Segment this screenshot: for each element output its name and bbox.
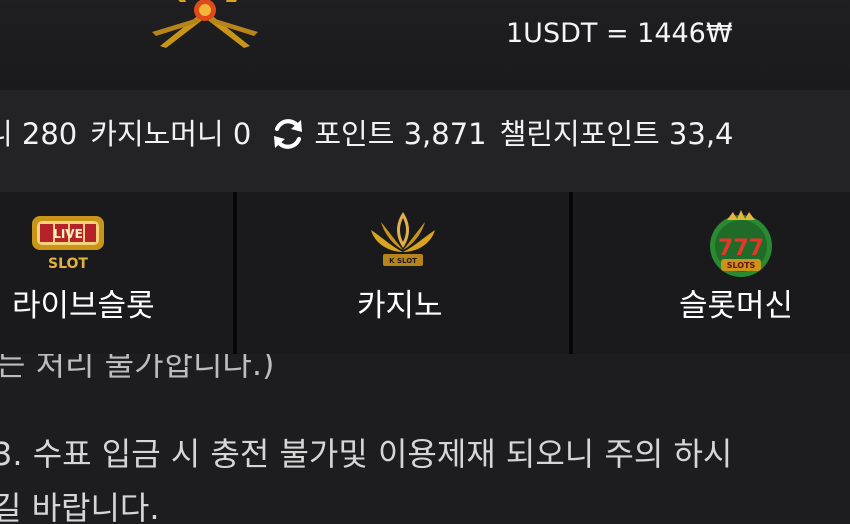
balance-ticker: 니 280 카지노머니 0 포인트 3,871 챌린지포인트 33,4 bbox=[0, 112, 747, 156]
slot-machine-icon-text-top: 777 bbox=[718, 236, 764, 261]
tab-casino[interactable]: K SLOT 카지노 bbox=[237, 192, 570, 354]
live-slot-icon-text-top: LIVE bbox=[53, 227, 83, 241]
live-slot-icon: LIVE SLOT bbox=[32, 216, 104, 272]
slot-machine-icon: 777 SLOTS bbox=[710, 210, 772, 277]
tab-slot-machine-label: 슬롯머신 bbox=[679, 288, 794, 324]
tab-divider bbox=[233, 192, 237, 354]
challenge-points-balance: 챌린지포인트 33,4 bbox=[499, 117, 734, 151]
tab-divider bbox=[569, 192, 573, 354]
slot-machine-icon-text-bottom: SLOTS bbox=[727, 261, 756, 270]
casino-icon: K SLOT bbox=[371, 212, 435, 266]
casino-money-balance: 카지노머니 0 bbox=[90, 117, 252, 151]
live-slot-icon-text-bottom: SLOT bbox=[48, 256, 88, 272]
exchange-rate: 1USDT = 1446₩ bbox=[506, 18, 733, 49]
refresh-icon[interactable] bbox=[270, 116, 306, 152]
site-logo[interactable] bbox=[150, 0, 260, 50]
tab-slot-machine[interactable]: 777 SLOTS 슬롯머신 bbox=[573, 192, 850, 354]
notice-line-3b: 길 바랍니다. bbox=[0, 489, 160, 524]
casino-icon-text: K SLOT bbox=[389, 257, 417, 265]
balance-bar: 니 280 카지노머니 0 포인트 3,871 챌린지포인트 33,4 bbox=[0, 90, 850, 192]
category-tabs: LIVE SLOT ⟨ 라이브슬롯 K SLOT 카지노 777 SLOTS bbox=[0, 192, 850, 354]
points-balance: 포인트 3,871 bbox=[314, 117, 487, 151]
notice-text: 는 처리 불가합니다.) 3. 수표 입금 시 충전 불가및 이용제재 되오니 … bbox=[0, 330, 850, 524]
notice-line-3: 3. 수표 입금 시 충전 불가및 이용제재 되오니 주의 하시 bbox=[0, 435, 733, 473]
tab-live-slot[interactable]: LIVE SLOT ⟨ 라이브슬롯 bbox=[0, 192, 235, 354]
tab-casino-label: 카지노 bbox=[357, 288, 443, 324]
money-balance: 니 280 bbox=[0, 117, 78, 151]
tab-live-slot-label: 라이브슬롯 bbox=[12, 288, 155, 324]
header: 1USDT = 1446₩ bbox=[0, 0, 850, 90]
